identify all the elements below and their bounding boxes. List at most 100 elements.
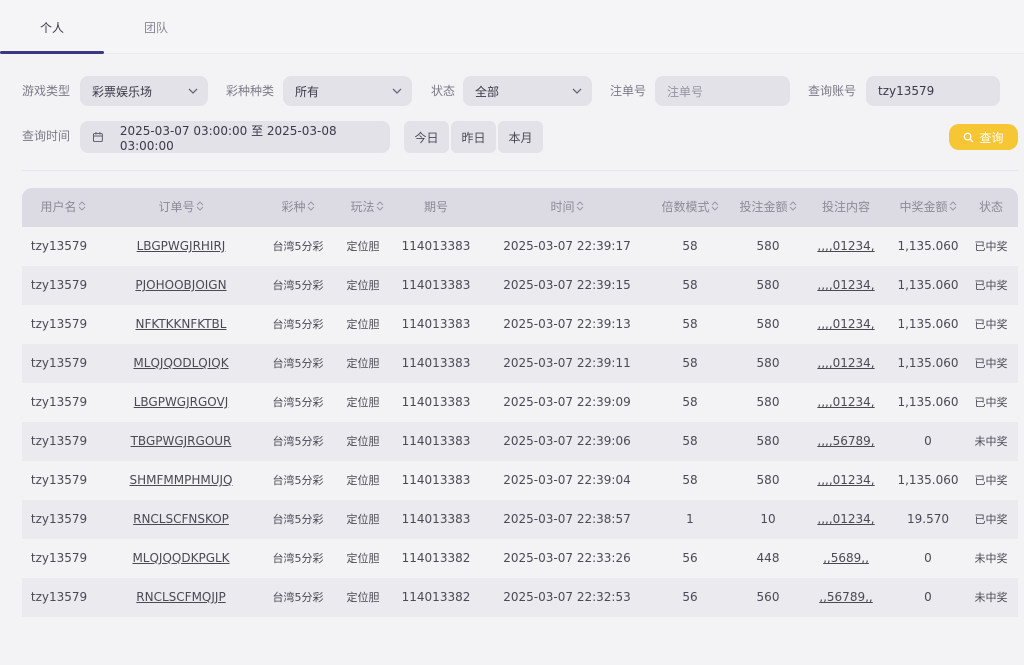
cell-play: 定位胆 [346, 552, 380, 565]
cell-bet-content[interactable]: ,,56789,, [810, 578, 882, 617]
cell-username: tzy13579 [30, 434, 88, 448]
cell-issue: 114013383 [401, 473, 471, 487]
cell-issue: 114013382 [401, 551, 471, 565]
column-header-bet-content: 投注内容 [821, 200, 870, 214]
cell-order-no[interactable]: RNCLSCFNSKOP [118, 500, 244, 539]
column-header-play[interactable]: 玩法 [336, 188, 398, 227]
sort-icon [789, 201, 796, 211]
cell-lottery: 台湾5分彩 [272, 240, 324, 253]
today-button[interactable]: 今日 [404, 121, 449, 153]
cell-multiplier: 58 [682, 278, 698, 292]
cell-bet-content[interactable]: ,,,,01234, [810, 500, 882, 539]
divider [22, 170, 1018, 171]
table-row: tzy13579 MLQJQODLQIQK 台湾5分彩 定位胆 114013383 202… [22, 344, 1018, 383]
chevron-down-icon [188, 88, 198, 94]
cell-play: 定位胆 [346, 591, 380, 604]
cell-time: 2025-03-07 22:38:57 [503, 512, 631, 526]
column-header-bet-amount[interactable]: 投注金额 [734, 188, 802, 227]
cell-order-no[interactable]: RNCLSCFMQJJP [118, 578, 244, 617]
cell-bet-amount: 448 [756, 551, 780, 565]
chevron-down-icon [392, 88, 402, 94]
cell-bet-content[interactable]: ,,,,01234, [810, 461, 882, 500]
calendar-icon [92, 132, 103, 142]
status-label: 状态 [431, 84, 456, 98]
cell-order-no[interactable]: LBGPWGJRHIRJ [118, 227, 244, 266]
cell-multiplier: 58 [682, 317, 698, 331]
order-no-input[interactable]: 注单号 [655, 76, 790, 106]
cell-bet-content[interactable]: ,,,,01234, [810, 344, 882, 383]
column-header-lottery[interactable]: 彩种 [262, 188, 334, 227]
cell-multiplier: 56 [682, 590, 698, 604]
tab-team[interactable]: 团队 [104, 0, 208, 54]
column-header-order-no[interactable]: 订单号 [118, 188, 244, 227]
cell-order-no[interactable]: LBGPWGJRGOVJ [118, 383, 244, 422]
cell-issue: 114013382 [401, 590, 471, 604]
tab-personal[interactable]: 个人 [0, 0, 104, 54]
time-range-picker[interactable]: 2025-03-07 03:00:00 至 2025-03-08 03:00:0… [80, 121, 390, 153]
cell-order-no[interactable]: TBGPWGJRGOUR [118, 422, 244, 461]
cell-issue: 114013383 [401, 239, 471, 253]
lottery-kind-select[interactable]: 所有 [283, 76, 412, 106]
cell-order-no[interactable]: MLQJQQDKPGLK [118, 539, 244, 578]
cell-play: 定位胆 [346, 318, 380, 331]
account-input[interactable]: tzy13579 [866, 76, 1000, 106]
cell-username: tzy13579 [30, 356, 88, 370]
column-header-time[interactable]: 时间 [492, 188, 642, 227]
this-month-button[interactable]: 本月 [498, 121, 543, 153]
cell-bet-content[interactable]: ,,,,01234, [810, 383, 882, 422]
cell-issue: 114013383 [401, 395, 471, 409]
cell-time: 2025-03-07 22:39:06 [503, 434, 631, 448]
cell-lottery: 台湾5分彩 [272, 396, 324, 409]
column-header-multiplier[interactable]: 倍数模式 [658, 188, 722, 227]
cell-status: 已中奖 [974, 474, 1008, 487]
table-row: tzy13579 NFKTKKNFKTBL 台湾5分彩 定位胆 114013383 202… [22, 305, 1018, 344]
cell-status: 未中奖 [974, 591, 1008, 604]
yesterday-button[interactable]: 昨日 [451, 121, 496, 153]
cell-lottery: 台湾5分彩 [272, 435, 324, 448]
sort-icon [78, 201, 85, 211]
cell-issue: 114013383 [401, 434, 471, 448]
cell-multiplier: 58 [682, 473, 698, 487]
cell-play: 定位胆 [346, 240, 380, 253]
cell-status: 已中奖 [974, 357, 1008, 370]
cell-bet-content[interactable]: ,,5689,, [810, 539, 882, 578]
cell-order-no[interactable]: SHMFMMPHMUJQ [118, 461, 244, 500]
table-row: tzy13579 MLQJQQDKPGLK 台湾5分彩 定位胆 114013382 202… [22, 539, 1018, 578]
cell-status: 已中奖 [974, 396, 1008, 409]
cell-username: tzy13579 [30, 278, 88, 292]
cell-time: 2025-03-07 22:33:26 [503, 551, 631, 565]
cell-bet-content[interactable]: ,,,,01234, [810, 227, 882, 266]
cell-multiplier: 1 [686, 512, 694, 526]
time-label: 查询时间 [22, 129, 71, 143]
search-button[interactable]: 查询 [949, 124, 1018, 150]
cell-bet-amount: 580 [756, 317, 780, 331]
cell-order-no[interactable]: MLQJQODLQIQK [118, 344, 244, 383]
cell-status: 未中奖 [974, 435, 1008, 448]
cell-time: 2025-03-07 22:39:15 [503, 278, 631, 292]
cell-prize-amount: 1,135.060 [897, 356, 959, 370]
cell-username: tzy13579 [30, 551, 88, 565]
cell-bet-content[interactable]: ,,,,01234, [810, 305, 882, 344]
cell-lottery: 台湾5分彩 [272, 513, 324, 526]
chevron-down-icon [572, 88, 582, 94]
status-select[interactable]: 全部 [463, 76, 592, 106]
column-header-username[interactable]: 用户名 [22, 188, 104, 227]
cell-prize-amount: 0 [924, 551, 932, 565]
page-frame: 个人 团队 游戏类型 彩票娱乐场 彩种种类 所有 状态 全部 注单号 注单号 查… [0, 0, 1024, 665]
column-header-prize-amount[interactable]: 中奖金额 [890, 188, 966, 227]
cell-order-no[interactable]: PJOHOOBJOIGN [118, 266, 244, 305]
game-type-select[interactable]: 彩票娱乐场 [80, 76, 208, 106]
cell-prize-amount: 1,135.060 [897, 395, 959, 409]
status-value: 全部 [475, 84, 500, 99]
cell-bet-content[interactable]: ,,,,56789, [810, 422, 882, 461]
cell-order-no[interactable]: NFKTKKNFKTBL [118, 305, 244, 344]
cell-multiplier: 58 [682, 434, 698, 448]
search-icon [964, 132, 974, 142]
tab-bar: 个人 团队 [0, 0, 1024, 54]
cell-status: 未中奖 [974, 552, 1008, 565]
cell-issue: 114013383 [401, 356, 471, 370]
table-row: tzy13579 LBGPWGJRGOVJ 台湾5分彩 定位胆 114013383 202… [22, 383, 1018, 422]
cell-time: 2025-03-07 22:39:04 [503, 473, 631, 487]
cell-bet-content[interactable]: ,,,,01234, [810, 266, 882, 305]
time-range-value: 2025-03-07 03:00:00 至 2025-03-08 03:00:0… [119, 123, 337, 153]
